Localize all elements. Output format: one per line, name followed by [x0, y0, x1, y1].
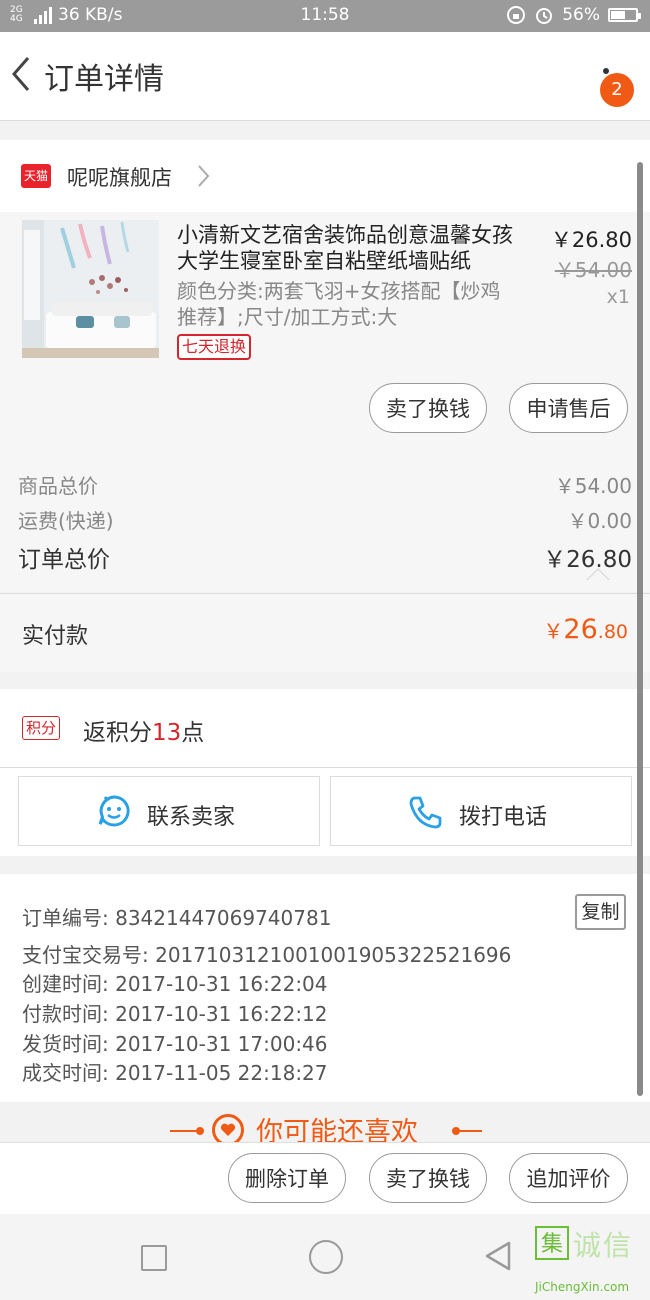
currency-symbol: ￥ — [543, 619, 564, 643]
order-total-row: 订单总价 ￥26.80 — [18, 540, 632, 574]
watermark-logo: 集 诚信 JiChengXin.com — [533, 1224, 648, 1300]
actual-payment-row: 实付款 ￥26.80 — [0, 593, 650, 672]
tmall-badge: 天猫 — [21, 164, 51, 188]
home-icon[interactable] — [309, 1240, 343, 1274]
app-header: 订单详情 2 — [0, 32, 650, 121]
completed-time: 成交时间: 2017-11-05 22:18:27 — [22, 1061, 328, 1085]
watermark-text: 诚信 — [573, 1229, 634, 1262]
chat-bubble-icon — [98, 795, 130, 827]
chevron-right-icon — [198, 165, 210, 187]
status-right: 56% — [506, 5, 641, 25]
order-total-label: 订单总价 — [18, 547, 110, 573]
product-price: ￥26.80 — [550, 228, 632, 252]
system-nav-bar: 集 诚信 JiChengXin.com — [0, 1214, 650, 1300]
status-bar: 2G 4G 36 KB/s 11:58 56% — [0, 0, 650, 32]
notification-badge: 2 — [600, 73, 634, 107]
copy-button[interactable]: 复制 — [575, 894, 626, 930]
scrollbar[interactable] — [637, 162, 643, 1096]
product-spec: 颜色分类:两套飞羽+女孩搭配【炒鸡推荐】;尺寸/加工方式:大 — [177, 279, 501, 329]
add-review-button[interactable]: 追加评价 — [509, 1153, 628, 1203]
goods-total-row: 商品总价 ￥54.00 — [18, 470, 632, 499]
shipping-row: 运费(快递) ￥0.00 — [18, 505, 632, 534]
contact-row: 联系卖家 拨打电话 — [0, 768, 650, 856]
shop-name: 呢呢旗舰店 — [67, 166, 172, 190]
product-title[interactable]: 小清新文艺宿舍装饰品创意温馨女孩大学生寝室卧室自粘壁纸墙贴纸 — [177, 222, 517, 274]
lock-rotation-icon — [507, 6, 526, 24]
back-arrow-icon[interactable] — [8, 54, 38, 94]
seven-day-return-tag: 七天退换 — [177, 334, 252, 360]
order-info: 订单编号: 83421447069740781 复制 支付宝交易号: 20171… — [0, 874, 650, 1102]
shipped-time: 发货时间: 2017-10-31 17:00:46 — [22, 1032, 328, 1056]
contact-seller-label: 联系卖家 — [147, 805, 236, 830]
recent-apps-icon[interactable] — [141, 1245, 167, 1271]
order-number: 订单编号: 83421447069740781 — [22, 906, 332, 930]
watermark-icon: 集 — [535, 1226, 569, 1260]
product-thumbnail[interactable] — [22, 220, 159, 358]
goods-total-value: ￥54.00 — [554, 474, 632, 498]
amount-integer: 26 — [563, 614, 598, 645]
delete-order-button[interactable]: 删除订单 — [228, 1153, 346, 1203]
shipping-value: ￥0.00 — [567, 509, 632, 533]
recommend-title: 你可能还喜欢 — [256, 1117, 418, 1142]
alarm-icon — [536, 8, 553, 24]
phone-icon — [409, 796, 442, 829]
product-quantity: x1 — [606, 286, 630, 308]
sell-for-cash-button[interactable]: 卖了换钱 — [369, 383, 487, 433]
points-prefix: 返积分 — [83, 720, 152, 746]
price-summary: 商品总价 ￥54.00 运费(快递) ￥0.00 订单总价 ￥26.80 — [0, 444, 650, 592]
goods-total-label: 商品总价 — [18, 474, 98, 498]
product-original-price: ￥54.00 — [554, 258, 632, 282]
points-row: 积分 返积分13点 — [0, 689, 650, 768]
amount-decimal: .80 — [597, 621, 628, 643]
contact-seller-button[interactable]: 联系卖家 — [18, 776, 320, 846]
nav-back-icon[interactable] — [483, 1240, 513, 1272]
shipping-label: 运费(快递) — [18, 509, 114, 533]
request-after-sales-button[interactable]: 申请售后 — [509, 383, 628, 433]
watermark-url: JiChengXin.com — [535, 1280, 630, 1294]
points-value: 13 — [152, 720, 182, 746]
page-title: 订单详情 — [44, 62, 164, 97]
recommend-section-header: 你可能还喜欢 — [0, 1102, 650, 1142]
battery-percent: 56% — [562, 5, 600, 25]
call-phone-label: 拨打电话 — [459, 805, 548, 830]
created-time: 创建时间: 2017-10-31 16:22:04 — [22, 972, 328, 996]
actual-payment-value: ￥26.80 — [543, 614, 628, 645]
battery-icon — [608, 8, 641, 22]
paid-time: 付款时间: 2017-10-31 16:22:12 — [22, 1002, 328, 1026]
actual-payment-label: 实付款 — [22, 624, 89, 649]
sell-for-cash-bottom-button[interactable]: 卖了换钱 — [369, 1153, 487, 1203]
shop-row[interactable]: 天猫 呢呢旗舰店 — [0, 140, 650, 212]
call-phone-button[interactable]: 拨打电话 — [330, 776, 632, 846]
points-suffix: 点 — [181, 720, 205, 746]
heart-icon — [212, 1114, 244, 1142]
bottom-action-bar: 删除订单 卖了换钱 追加评价 — [0, 1142, 650, 1215]
points-text: 返积分13点 — [83, 713, 204, 747]
product-item[interactable]: 小清新文艺宿舍装饰品创意温馨女孩大学生寝室卧室自粘壁纸墙贴纸 颜色分类:两套飞羽… — [0, 212, 650, 444]
points-badge: 积分 — [22, 716, 61, 740]
alipay-trade-number: 支付宝交易号: 2017103121001001905322521696 — [22, 943, 512, 967]
